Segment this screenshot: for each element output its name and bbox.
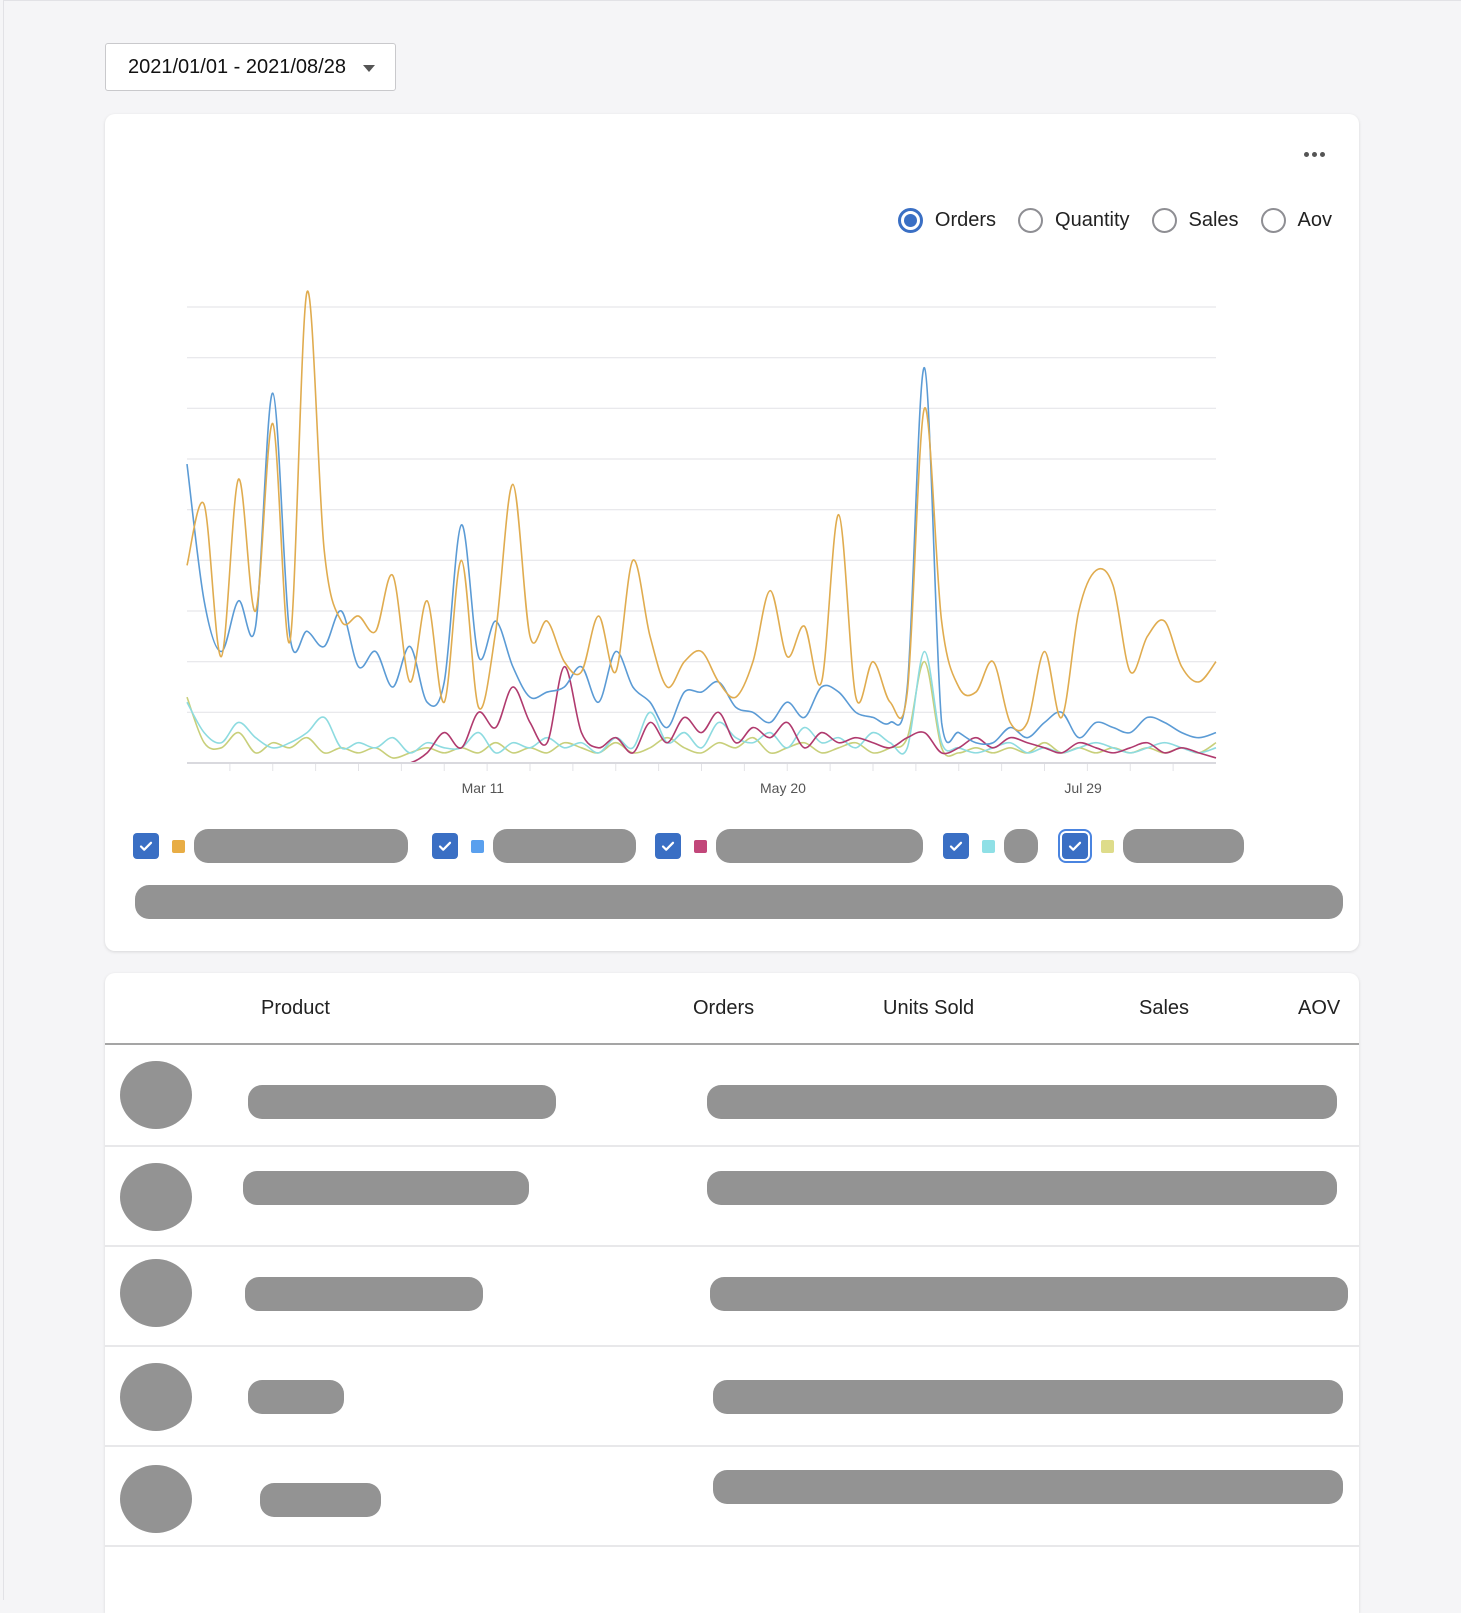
product-image-placeholder [120,1163,192,1231]
series-line-1 [186,290,1217,732]
checkmark-icon [1068,841,1082,851]
checkmark-icon [139,841,153,851]
x-axis-ticks [229,763,1174,771]
legend-color-swatch [1101,839,1114,853]
table-header: Product Orders Units Sold Sales AOV [105,973,1359,1045]
table-row[interactable] [105,1347,1359,1447]
window-left-border [0,0,4,1600]
legend-color-swatch [982,839,995,853]
legend-checkbox[interactable] [943,833,969,859]
metrics-values-placeholder [707,1171,1337,1205]
date-range-picker[interactable]: 2021/01/01 - 2021/08/28 [105,43,396,91]
legend-label-placeholder [1123,829,1244,863]
column-header-orders[interactable]: Orders [693,997,754,1020]
legend-checkbox[interactable] [133,833,159,859]
legend-label-placeholder [493,829,636,863]
product-image-placeholder [120,1465,192,1533]
metrics-values-placeholder [707,1085,1337,1119]
checkmark-icon [661,841,675,851]
column-header-product[interactable]: Product [261,997,330,1020]
product-name-placeholder [248,1380,344,1414]
legend-label-placeholder [194,829,408,863]
product-image-placeholder [120,1363,192,1431]
product-name-placeholder [245,1277,483,1311]
x-tick-label: Mar 11 [462,780,505,796]
legend-color-swatch [694,839,707,853]
legend-checkbox[interactable] [1062,833,1088,859]
x-tick-label: May 20 [760,780,806,796]
product-image-placeholder [120,1259,192,1327]
legend-item[interactable] [133,829,408,863]
metrics-values-placeholder [713,1380,1343,1414]
legend-item[interactable] [943,829,1038,863]
date-range-label: 2021/01/01 - 2021/08/28 [128,55,346,78]
series-line-2 [186,366,1217,746]
table-row[interactable] [105,1247,1359,1347]
legend-label-placeholder [716,829,923,863]
product-name-placeholder [248,1085,556,1119]
legend-label-placeholder [1004,829,1038,863]
x-tick-label: Jul 29 [1064,780,1102,796]
checkmark-icon [438,841,452,851]
chevron-down-icon [363,65,375,72]
products-table: Product Orders Units Sold Sales AOV [105,973,1359,1613]
column-header-units-sold[interactable]: Units Sold [883,997,974,1020]
chart-legend [133,829,1333,863]
chart-card: Orders Quantity Sales Aov Mar 11 May 20 … [105,114,1359,951]
table-row[interactable] [105,1047,1359,1147]
table-row[interactable] [105,1447,1359,1547]
legend-checkbox[interactable] [432,833,458,859]
column-header-sales[interactable]: Sales [1139,997,1189,1020]
product-name-placeholder [260,1483,381,1517]
legend-item[interactable] [655,829,923,863]
metrics-values-placeholder [713,1470,1343,1504]
legend-item[interactable] [1062,829,1244,863]
table-row[interactable] [105,1147,1359,1247]
window-top-border [0,0,1461,1]
legend-color-swatch [471,839,484,853]
chart-series-lines [186,290,1217,764]
checkmark-icon [949,841,963,851]
product-name-placeholder [243,1171,529,1205]
series-line-4 [186,650,1217,755]
legend-description-placeholder [135,885,1343,919]
line-chart: Mar 11 May 20 Jul 29 [186,290,1217,796]
legend-item[interactable] [432,829,636,863]
legend-checkbox[interactable] [655,833,681,859]
column-header-aov[interactable]: AOV [1298,997,1340,1020]
series-line-5 [186,660,1217,759]
product-image-placeholder [120,1061,192,1129]
legend-color-swatch [172,839,185,853]
metrics-values-placeholder [710,1277,1348,1311]
